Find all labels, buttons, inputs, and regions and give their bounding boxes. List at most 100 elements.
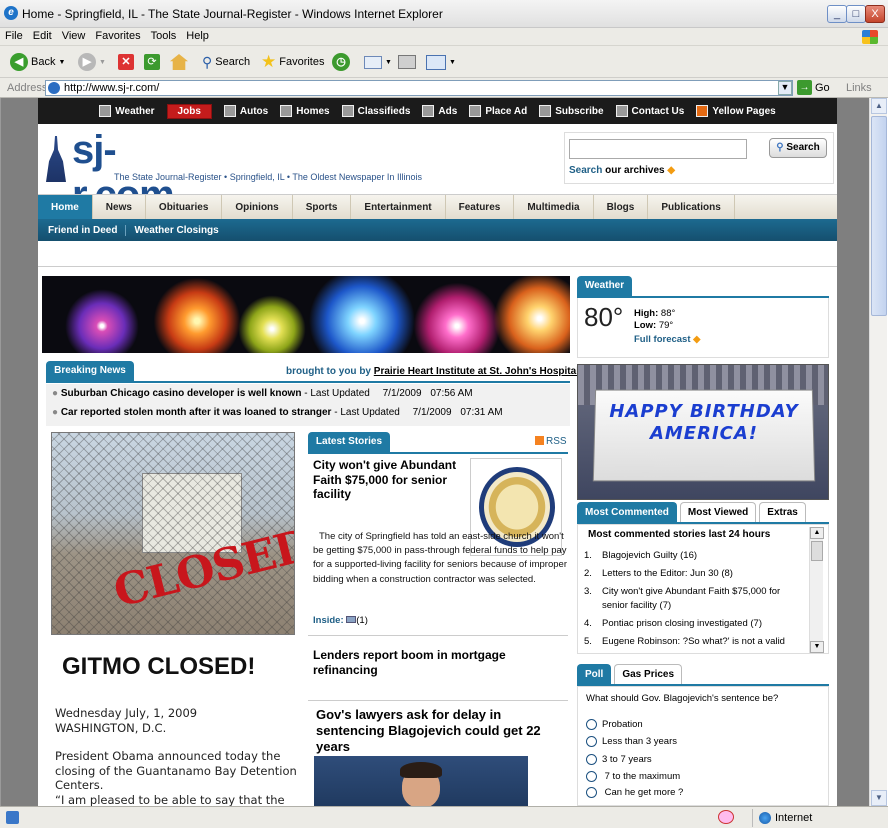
gitmo-photo[interactable]: CLOSED (51, 432, 295, 635)
weather-tab[interactable]: Weather (577, 276, 632, 296)
maximize-button[interactable]: □ (846, 5, 866, 23)
radio-button[interactable] (586, 787, 597, 798)
happy-birthday-banner[interactable]: HAPPY BIRTHDAY AMERICA! (577, 364, 829, 500)
menu-edit[interactable]: Edit (28, 28, 57, 44)
print-button[interactable] (398, 52, 416, 72)
mail-dropdown-icon[interactable]: ▼ (385, 59, 392, 66)
item-text[interactable]: Letters to the Editor: Jun 30 (8) (602, 568, 733, 579)
menu-favorites[interactable]: Favorites (90, 28, 145, 44)
nav-opinions[interactable]: Opinions (222, 195, 293, 219)
breaking-headline[interactable]: Suburban Chicago casino developer is wel… (61, 388, 302, 399)
address-url[interactable]: http://www.sj-r.com/ (64, 82, 159, 94)
edit-button[interactable]: ▼ (426, 52, 456, 72)
scroll-thumb[interactable] (811, 541, 823, 561)
minimize-button[interactable]: _ (827, 5, 847, 23)
menu-help[interactable]: Help (181, 28, 214, 44)
history-button[interactable]: ◷ (332, 52, 350, 72)
forward-button[interactable]: ▶ ▼ (78, 52, 106, 72)
nav-multimedia[interactable]: Multimedia (514, 195, 594, 219)
menu-tools[interactable]: Tools (146, 28, 182, 44)
nav-obituaries[interactable]: Obituaries (146, 195, 223, 219)
back-button[interactable]: ◀ Back ▼ (10, 52, 65, 72)
story-headline[interactable]: Lenders report boom in mortgage refinanc… (313, 648, 553, 677)
menu-file[interactable]: File (0, 28, 28, 44)
item-text[interactable]: Eugene Robinson: ?So what?' is not a val… (602, 636, 785, 647)
mail-button[interactable]: ▼ (364, 52, 392, 72)
list-item[interactable]: ● Suburban Chicago casino developer is w… (52, 388, 473, 399)
close-button[interactable]: X (865, 5, 885, 23)
site-search-button[interactable]: ⚲ Search (769, 138, 827, 158)
topnav-autos[interactable]: Autos (223, 105, 268, 117)
latest-stories-tab[interactable]: Latest Stories (308, 432, 390, 452)
subnav-friend-in-deed[interactable]: Friend in Deed (38, 224, 127, 236)
popup-blocked-icon[interactable] (718, 810, 734, 824)
poll-option[interactable]: 7 to the maximum (586, 771, 680, 782)
rss-link[interactable]: RSS (535, 436, 567, 447)
topnav-yellow-pages[interactable]: Yellow Pages (696, 105, 776, 117)
full-forecast-link[interactable]: Full forecast ◆ (634, 334, 700, 345)
radio-button[interactable] (586, 736, 597, 747)
scroll-down-icon[interactable]: ▼ (871, 790, 887, 806)
address-input[interactable]: http://www.sj-r.com/ (45, 80, 793, 96)
nav-publications[interactable]: Publications (648, 195, 735, 219)
nav-news[interactable]: News (93, 195, 146, 219)
topnav-classifieds[interactable]: Classifieds (341, 105, 410, 117)
go-button[interactable]: → Go (797, 80, 830, 95)
blagojevich-photo[interactable] (314, 756, 528, 806)
search-button[interactable]: ⚲ Search (202, 52, 250, 72)
home-button[interactable] (170, 52, 188, 72)
list-item[interactable]: 4. Pontiac prison closing investigated (7… (584, 617, 806, 631)
list-item[interactable]: 2. Letters to the Editor: Jun 30 (8) (584, 567, 806, 581)
topnav-jobs[interactable]: Jobs (166, 103, 212, 119)
inside-link[interactable]: Inside: (1) (313, 615, 368, 626)
search-archives-link[interactable]: Search our archives ◆ (569, 165, 675, 176)
security-zone[interactable]: Internet (752, 809, 812, 827)
poll-option[interactable]: Less than 3 years (586, 736, 677, 747)
topnav-place-ad[interactable]: Place Ad (469, 105, 527, 117)
edit-dropdown-icon[interactable]: ▼ (449, 59, 456, 66)
subnav-weather-closings[interactable]: Weather Closings (126, 225, 226, 236)
tab-gas-prices[interactable]: Gas Prices (614, 664, 683, 686)
address-dropdown-icon[interactable]: ▼ (778, 81, 792, 95)
radio-button[interactable] (586, 754, 597, 765)
topnav-subscribe[interactable]: Subscribe (539, 105, 604, 117)
back-dropdown-icon[interactable]: ▼ (58, 59, 65, 66)
list-item[interactable]: 3. City won't give Abundant Faith $75,000… (584, 585, 806, 613)
topnav-weather[interactable]: Weather (99, 105, 155, 117)
tab-poll[interactable]: Poll (577, 664, 612, 686)
stop-button[interactable]: ✕ (118, 52, 134, 72)
nav-home[interactable]: Home (38, 195, 93, 219)
radio-button[interactable] (586, 719, 597, 730)
nav-features[interactable]: Features (446, 195, 515, 219)
nav-entertainment[interactable]: Entertainment (351, 195, 446, 219)
links-label[interactable]: Links (846, 82, 872, 94)
topnav-ads[interactable]: Ads (422, 105, 457, 117)
topnav-contact-us[interactable]: Contact Us (615, 105, 684, 117)
fireworks-banner[interactable] (42, 276, 570, 353)
tab-most-commented[interactable]: Most Commented (577, 502, 677, 524)
page-scrollbar[interactable]: ▲ ▼ (869, 98, 887, 806)
tab-most-viewed[interactable]: Most Viewed (679, 502, 757, 524)
favorites-button[interactable]: ★ Favorites (261, 52, 325, 72)
menu-view[interactable]: View (57, 28, 91, 44)
tab-extras[interactable]: Extras (759, 502, 806, 524)
poll-option[interactable]: 3 to 7 years (586, 754, 652, 765)
scroll-thumb[interactable] (871, 116, 887, 316)
forward-dropdown-icon[interactable]: ▼ (99, 59, 106, 66)
nav-blogs[interactable]: Blogs (594, 195, 649, 219)
poll-option[interactable]: Can he get more ? (586, 787, 683, 798)
item-text[interactable]: City won't give Abundant Faith $75,000 f… (602, 586, 780, 611)
list-item[interactable]: 5. Eugene Robinson: ?So what?' is not a v… (584, 635, 806, 649)
breaking-headline[interactable]: Car reported stolen month after it was l… (61, 407, 332, 418)
breaking-news-tab[interactable]: Breaking News (46, 361, 134, 381)
item-text[interactable]: Pontiac prison closing investigated (7) (602, 618, 762, 629)
scroll-up-icon[interactable]: ▲ (871, 98, 887, 114)
scroll-up-icon[interactable]: ▲ (810, 527, 824, 539)
story-headline[interactable]: City won't give Abundant Faith $75,000 f… (313, 458, 463, 502)
list-item[interactable]: 1. Blagojevich Guilty (16) (584, 549, 806, 563)
story-headline[interactable]: Gov's lawyers ask for delay in sentencin… (316, 707, 556, 755)
most-commented-scrollbar[interactable]: ▲ ▼ (809, 527, 824, 653)
site-search-input[interactable] (569, 139, 747, 159)
refresh-button[interactable]: ⟳ (144, 52, 160, 72)
list-item[interactable]: ● Car reported stolen month after it was… (52, 407, 503, 418)
